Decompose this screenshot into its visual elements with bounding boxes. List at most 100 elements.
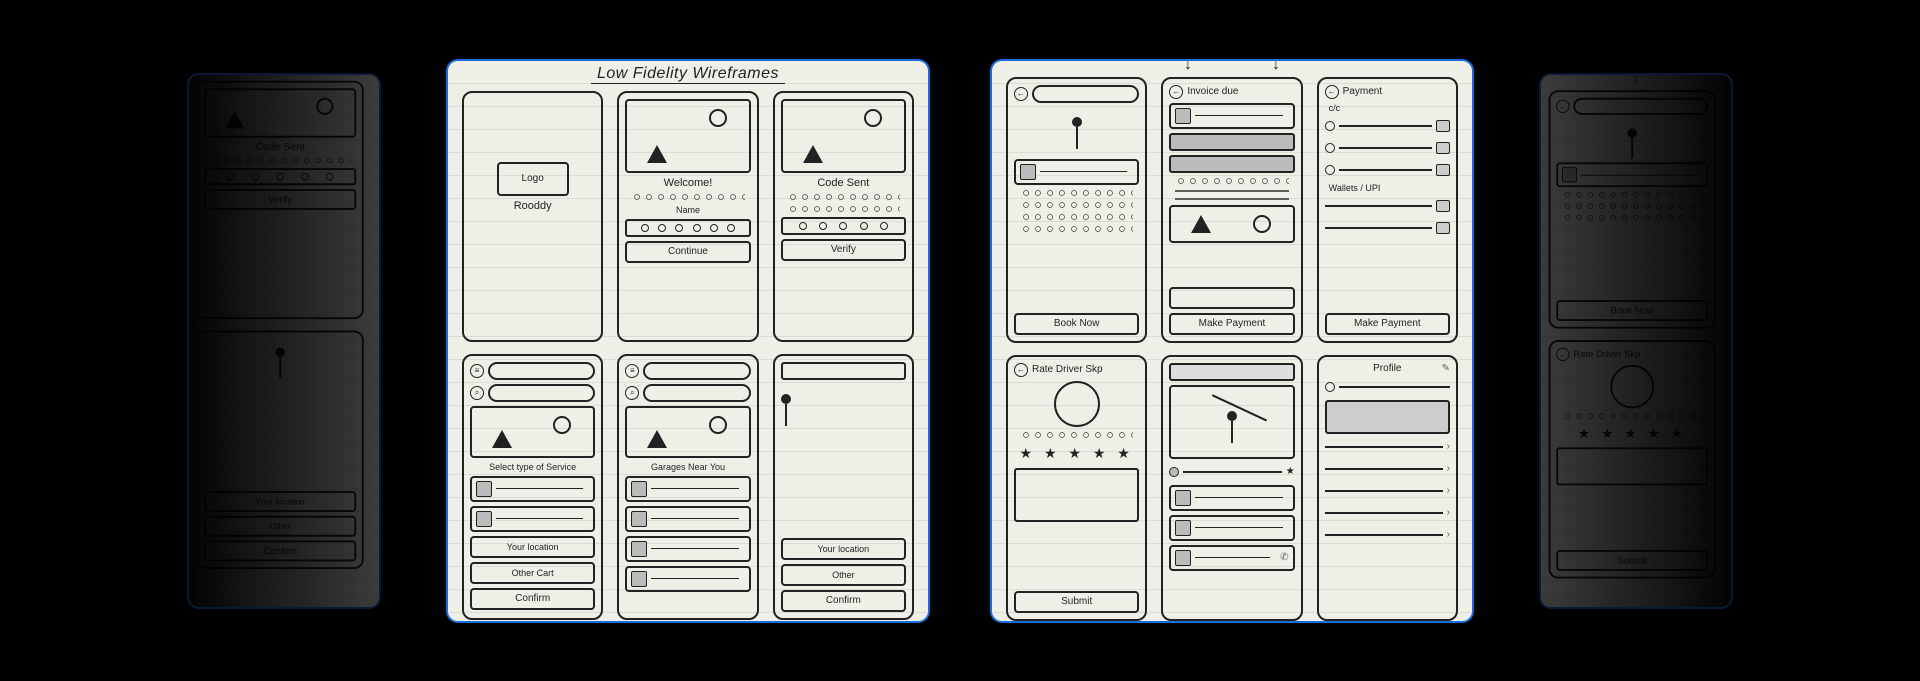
book-button[interactable]: Book Now <box>1556 300 1708 321</box>
map-pin-icon <box>1627 128 1637 138</box>
search-bar[interactable] <box>488 362 595 380</box>
garage-item[interactable] <box>625 476 750 502</box>
screen-rate-driver: ← Rate Driver Skp ★ ★ ★ ★ ★ Submit <box>1006 355 1147 621</box>
image-placeholder <box>204 88 356 137</box>
search-icon[interactable]: ⌕ <box>625 386 639 400</box>
profile-row[interactable]: › <box>1325 460 1450 478</box>
profile-row[interactable]: › <box>1325 482 1450 500</box>
text-line <box>631 194 744 200</box>
map-pin-icon <box>781 394 791 404</box>
screen-title: Rate Driver Skp <box>1573 349 1640 359</box>
make-payment-button[interactable]: Make Payment <box>1325 313 1450 335</box>
confirm-button[interactable]: Confirm <box>470 588 595 610</box>
filter-pill[interactable] <box>643 384 750 402</box>
garage-item[interactable] <box>625 566 750 592</box>
address-input[interactable] <box>781 362 906 380</box>
screen-payment: ←Payment c/c Wallets / UPI Make Payment <box>1317 77 1458 343</box>
edit-icon: ✎ <box>1406 363 1450 374</box>
other-field[interactable]: Other <box>781 564 906 586</box>
menu-icon[interactable]: ≡ <box>470 364 484 378</box>
profile-row[interactable]: › <box>1325 526 1450 544</box>
chevron-right-icon: › <box>1447 441 1450 452</box>
back-icon[interactable]: ← <box>1014 363 1028 377</box>
trip-item[interactable] <box>1169 485 1294 511</box>
card-icon <box>1436 142 1450 154</box>
info-card[interactable] <box>1014 159 1139 185</box>
driver-name <box>1562 413 1703 419</box>
back-icon[interactable]: ← <box>1556 347 1569 360</box>
other-field[interactable]: Other <box>204 515 356 536</box>
card-option[interactable] <box>1325 161 1450 179</box>
hero-image <box>781 99 906 173</box>
card-option[interactable] <box>1325 117 1450 135</box>
phone-input[interactable] <box>625 219 750 237</box>
profile-row[interactable]: › <box>1325 504 1450 522</box>
banner-image <box>470 406 595 458</box>
tracking-map[interactable] <box>1169 385 1294 459</box>
text-line <box>787 194 900 200</box>
location-field[interactable]: Your location <box>781 538 906 560</box>
filter-pill[interactable] <box>488 384 595 402</box>
text-line <box>787 206 900 212</box>
text-line <box>1562 191 1703 197</box>
welcome-heading: Welcome! <box>625 177 750 189</box>
review-textarea[interactable] <box>1556 447 1708 485</box>
location-field[interactable]: Your location <box>204 491 356 512</box>
divider <box>1175 190 1288 192</box>
confirm-button[interactable]: Confirm <box>781 590 906 612</box>
wireframe-sheet-2[interactable]: ↓ ↓ ← Book Now ←Invoice due <box>990 59 1474 623</box>
summary-image <box>1169 205 1294 243</box>
chevron-right-icon: › <box>1447 463 1450 474</box>
otp-input[interactable] <box>781 217 906 235</box>
trip-item[interactable] <box>1169 515 1294 541</box>
driver-avatar <box>1054 381 1100 427</box>
title-bar <box>1032 85 1139 103</box>
review-textarea[interactable] <box>1014 468 1139 522</box>
otp-input[interactable] <box>204 168 356 185</box>
service-item[interactable] <box>470 506 595 532</box>
garage-item[interactable] <box>625 506 750 532</box>
info-card[interactable] <box>1556 162 1708 187</box>
wallet-option[interactable] <box>1325 219 1450 237</box>
other-field[interactable]: Other Cart <box>470 562 595 584</box>
driver-row[interactable]: ★ <box>1169 463 1294 481</box>
submit-button[interactable]: Submit <box>1556 550 1708 571</box>
slide-preview-left: Code Sent Verify Your location Other Con… <box>187 73 381 609</box>
confirm-button[interactable]: Confirm <box>204 540 356 561</box>
menu-icon[interactable]: ≡ <box>625 364 639 378</box>
card-option[interactable] <box>1325 139 1450 157</box>
trip-item[interactable]: ✆ <box>1169 545 1294 571</box>
garage-item[interactable] <box>625 536 750 562</box>
continue-button[interactable]: Continue <box>625 241 750 263</box>
back-icon[interactable]: ← <box>1325 85 1339 99</box>
back-icon[interactable]: ← <box>1556 99 1569 112</box>
heading: Code Sent <box>204 141 356 152</box>
pay-button[interactable]: Make Payment <box>1169 313 1294 335</box>
text-line <box>1020 190 1133 196</box>
service-item[interactable] <box>470 476 595 502</box>
stats-card <box>1325 400 1450 434</box>
screen-invoice: ←Invoice due Make Payment <box>1161 77 1302 343</box>
screen-garage-detail: ← Book Now <box>1006 77 1147 343</box>
screen-title: Rate Driver Skp <box>1032 364 1103 375</box>
back-icon[interactable]: ← <box>1014 87 1028 101</box>
text-line <box>1175 178 1288 184</box>
verify-button[interactable]: Verify <box>204 189 356 210</box>
profile-row[interactable]: › <box>1325 438 1450 456</box>
text-line <box>210 157 351 163</box>
invoice-row <box>1169 133 1294 151</box>
search-bar[interactable] <box>643 362 750 380</box>
submit-button[interactable]: Submit <box>1014 591 1139 613</box>
book-button[interactable]: Book Now <box>1014 313 1139 335</box>
star-rating[interactable]: ★ ★ ★ ★ ★ <box>1014 445 1139 462</box>
route-line <box>1195 394 1267 457</box>
wireframe-sheet-1[interactable]: Low Fidelity Wireframes Logo Rooddy Welc… <box>446 59 930 623</box>
flow-arrow-icon: ↓ <box>1541 75 1731 85</box>
star-rating[interactable]: ★ ★ ★ ★ ★ <box>1556 425 1708 441</box>
verify-button[interactable]: Verify <box>781 239 906 261</box>
chevron-right-icon: › <box>1447 507 1450 518</box>
location-field[interactable]: Your location <box>470 536 595 558</box>
search-icon[interactable]: ⌕ <box>470 386 484 400</box>
wallet-option[interactable] <box>1325 197 1450 215</box>
back-icon[interactable]: ← <box>1169 85 1183 99</box>
